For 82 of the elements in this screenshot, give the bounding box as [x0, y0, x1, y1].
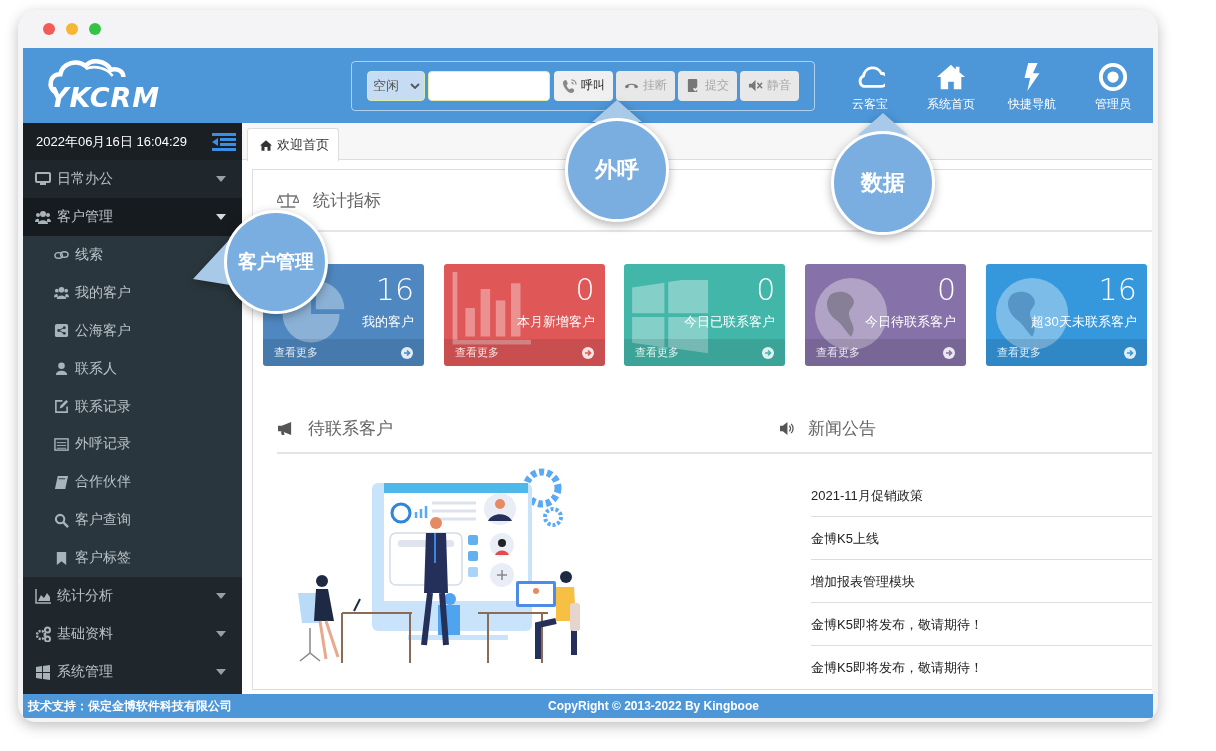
area-chart-icon — [35, 588, 51, 604]
home-tab[interactable]: 欢迎首页 — [247, 128, 339, 161]
submenu-item[interactable]: 客户标签 — [23, 539, 242, 577]
section-title: 统计指标 — [313, 189, 381, 212]
arrow-circle-icon — [1123, 346, 1136, 359]
menu-item[interactable]: 客户管理 — [23, 198, 242, 236]
caret-icon — [216, 631, 226, 637]
stat-label: 今日待联系客户 — [865, 313, 957, 331]
view-more-link[interactable]: 查看更多 — [454, 345, 499, 360]
stat-value: 0 — [575, 274, 595, 306]
monitor-icon — [35, 171, 51, 187]
news-link[interactable]: 金博K5上线 — [811, 530, 879, 548]
submenu-item[interactable]: 我的客户 — [23, 273, 242, 312]
copyright-text: CopyRight © 2013-2022 By Kingbooe — [548, 699, 759, 713]
submenu-item[interactable]: 外呼记录 — [23, 425, 242, 464]
datetime-text: 2022年06月16日 16:04:29 — [36, 132, 188, 151]
scale-icon — [277, 191, 299, 209]
sidebar-toggle-icon — [212, 132, 236, 151]
chevron-down-icon — [410, 82, 420, 89]
bookmark-icon — [54, 550, 69, 566]
book-icon — [54, 474, 69, 490]
news-link[interactable]: 金博K5即将发布，敬请期待！ — [811, 659, 983, 677]
news-link[interactable]: 增加报表管理模块 — [811, 573, 915, 591]
menu-item[interactable]: 系统管理 — [23, 653, 242, 691]
view-more-link[interactable]: 查看更多 — [816, 345, 861, 360]
maximize-dot[interactable] — [89, 23, 101, 35]
speaker-icon — [779, 421, 794, 435]
caret-icon — [216, 176, 226, 182]
target-icon — [1097, 62, 1128, 92]
stat-value: 16 — [1098, 274, 1137, 306]
section-title: 待联系客户 — [308, 417, 393, 440]
close-dot[interactable] — [43, 23, 55, 35]
home-icon — [935, 62, 966, 92]
users-icon — [54, 285, 69, 301]
section-title: 新闻公告 — [808, 417, 876, 440]
callout-text: 数据 — [861, 169, 905, 197]
submenu-item[interactable]: 合作伙伴 — [23, 463, 242, 502]
view-more-link[interactable]: 查看更多 — [274, 345, 318, 360]
document-check-icon — [686, 78, 701, 93]
arrow-circle-icon — [581, 346, 594, 359]
stat-label: 本月新增客户 — [516, 313, 595, 331]
edit-icon — [54, 399, 69, 414]
callout-text: 客户管理 — [238, 250, 314, 274]
users-icon — [35, 209, 51, 225]
stat-value: 16 — [375, 274, 414, 306]
submenu-item[interactable]: 公海客户 — [23, 311, 242, 350]
call-button[interactable]: 呼叫 — [554, 70, 613, 101]
minimize-dot[interactable] — [66, 23, 78, 35]
arrow-circle-icon — [762, 346, 775, 359]
menu-item[interactable]: 基础资料 — [23, 615, 242, 653]
list-window-icon — [54, 436, 69, 452]
status-select[interactable]: 空闲 — [367, 70, 425, 101]
stat-label: 我的客户 — [362, 313, 414, 331]
submenu-item[interactable]: 联系人 — [23, 349, 242, 388]
news-link[interactable]: 金博K5即将发布，敬请期待！ — [811, 616, 983, 634]
phone-number-field[interactable] — [428, 70, 550, 101]
megaphone-icon — [277, 420, 294, 436]
home-icon — [260, 139, 272, 151]
submenu-item[interactable]: 联系记录 — [23, 387, 242, 426]
submenu-item[interactable]: 客户查询 — [23, 501, 242, 540]
speaker-muted-icon — [748, 78, 763, 93]
arrow-circle-icon — [401, 346, 413, 359]
callout-text: 外呼 — [595, 156, 639, 184]
user-icon — [54, 361, 69, 377]
caret-icon — [216, 669, 226, 675]
logo-text: YKCRM — [49, 82, 161, 113]
phone-icon — [562, 78, 577, 93]
windows-icon — [35, 664, 51, 680]
share-icon — [54, 323, 69, 339]
stat-label: 今日已联系客户 — [684, 313, 776, 331]
stat-value: 0 — [936, 274, 957, 306]
stat-label: 超30天未联系客户 — [1031, 313, 1137, 331]
support-text: 技术支持：保定金博软件科技有限公司 — [28, 697, 233, 715]
news-link[interactable]: 2021-11月促销政策 — [811, 487, 923, 505]
caret-icon — [216, 593, 226, 599]
gears-icon — [35, 626, 51, 642]
arrow-circle-icon — [943, 346, 956, 359]
stat-value: 0 — [756, 274, 776, 306]
menu-item[interactable]: 统计分析 — [23, 577, 242, 615]
menu-item[interactable]: 日常办公 — [23, 160, 242, 198]
search-icon — [54, 512, 69, 528]
caret-icon — [216, 214, 226, 220]
